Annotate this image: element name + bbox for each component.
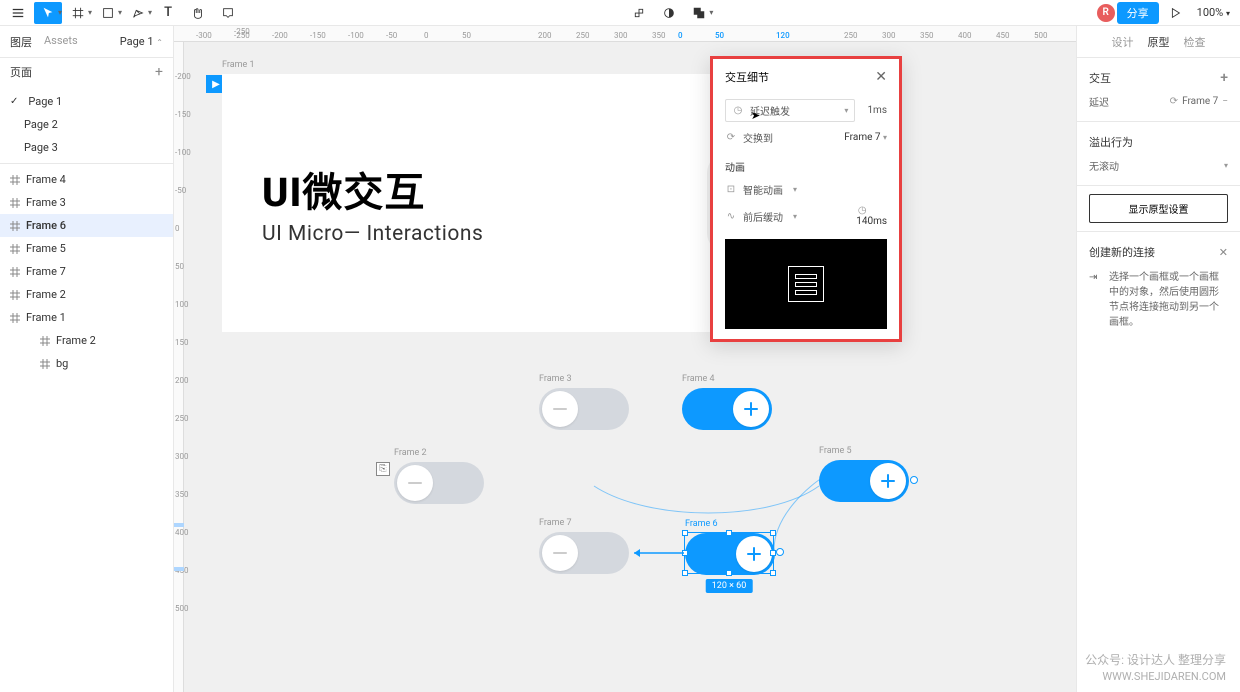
canvas-area[interactable]: -300-250-200 -150-100-50 050200 25030035… bbox=[174, 26, 1076, 692]
animation-preview bbox=[725, 239, 887, 329]
target-row[interactable]: ⟳ 交换到 Frame 7 ▾ bbox=[725, 126, 887, 149]
ruler-marker bbox=[174, 567, 184, 571]
frame-3-toggle[interactable]: Frame 3 bbox=[539, 388, 629, 430]
tab-prototype[interactable]: 原型 bbox=[1148, 34, 1170, 50]
connection-node[interactable] bbox=[776, 548, 784, 556]
close-help-button[interactable]: ✕ bbox=[1219, 246, 1228, 259]
easing-row[interactable]: ∿ 前后缓动 ▾ ◷ 140ms bbox=[725, 201, 887, 231]
frame-label: Frame 3 bbox=[539, 374, 572, 384]
share-button[interactable]: 分享 bbox=[1117, 2, 1159, 24]
add-page-button[interactable]: + bbox=[155, 64, 163, 80]
zoom-level[interactable]: 100% ▾ bbox=[1191, 6, 1236, 19]
duration-icon: ◷ bbox=[856, 205, 868, 216]
layer-frame-item[interactable]: Frame 5 bbox=[0, 237, 173, 260]
animation-type-row[interactable]: ⊡ 智能动画 ▾ bbox=[725, 178, 887, 201]
top-toolbar: ▾ ▾ ▾ ▾ T ▾ R 分享 100% ▾ bbox=[0, 0, 1240, 26]
canvas-title-cn: UI微交互 bbox=[262, 160, 483, 218]
page-selector[interactable]: Page 1 ⌃ bbox=[120, 35, 163, 48]
present-icon[interactable] bbox=[1161, 2, 1189, 24]
frame-5-toggle[interactable]: Frame 5 bbox=[819, 460, 909, 502]
trigger-select-row[interactable]: ◷ 延迟触发 ▾ 1ms bbox=[725, 95, 887, 126]
ruler-marker bbox=[174, 523, 184, 527]
text-tool-icon[interactable]: T bbox=[154, 2, 182, 24]
layer-frame-item[interactable]: Frame 1 bbox=[0, 306, 173, 329]
add-interaction-button[interactable]: + bbox=[1220, 70, 1228, 86]
layer-frame-item[interactable]: Frame 4 bbox=[0, 168, 173, 191]
frame-7-toggle[interactable]: Frame 7 bbox=[539, 532, 629, 574]
interaction-section-label: 交互 bbox=[1089, 70, 1111, 86]
pen-chevron-icon[interactable]: ▾ bbox=[148, 8, 152, 17]
page-item[interactable]: ✓Page 1 bbox=[0, 90, 173, 113]
frame-label: Frame 1 bbox=[222, 60, 255, 70]
tab-inspect[interactable]: 检查 bbox=[1184, 34, 1206, 50]
layer-frame-item[interactable]: Frame 2 bbox=[0, 283, 173, 306]
layer-frame-item[interactable]: Frame 3 bbox=[0, 191, 173, 214]
clock-icon: ◷ bbox=[732, 105, 744, 116]
interaction-row[interactable]: 延迟 ⟳Frame 7− bbox=[1089, 90, 1228, 113]
help-text: ⇥ 选择一个画框或一个画框中的对象，然后使用圆形节点将连接拖动到另一个画框。 bbox=[1089, 270, 1228, 330]
frame-label: Frame 2 bbox=[394, 448, 427, 458]
hand-tool-icon[interactable] bbox=[184, 2, 212, 24]
frame-6-toggle-selected[interactable]: Frame 6 120 × 60 bbox=[684, 532, 774, 574]
show-prototype-settings-button[interactable]: 显示原型设置 bbox=[1089, 194, 1228, 223]
tab-assets[interactable]: Assets bbox=[44, 34, 78, 50]
page-item[interactable]: Page 2 bbox=[0, 113, 173, 136]
new-connection-label: 创建新的连接 bbox=[1089, 244, 1155, 260]
interaction-details-popup: 交互细节 ✕ ◷ 延迟触发 ▾ 1ms ➤ ⟳ 交换到 Frame 7 ▾ 动画… bbox=[710, 56, 902, 342]
shape-chevron-icon[interactable]: ▾ bbox=[118, 8, 122, 17]
frame-chevron-icon[interactable]: ▾ bbox=[88, 8, 92, 17]
left-panel: 图层 Assets Page 1 ⌃ 页面 + ✓Page 1 Page 2 P… bbox=[0, 26, 174, 692]
connection-node[interactable] bbox=[910, 476, 918, 484]
prototype-connection bbox=[629, 547, 689, 559]
mask-icon[interactable] bbox=[655, 2, 683, 24]
frame-label: Frame 5 bbox=[819, 446, 852, 456]
boolean-chevron-icon[interactable]: ▾ bbox=[709, 8, 713, 17]
easing-icon: ∿ bbox=[725, 211, 737, 222]
tab-layers[interactable]: 图层 bbox=[10, 34, 32, 50]
tab-design[interactable]: 设计 bbox=[1112, 34, 1134, 50]
page-item[interactable]: Page 3 bbox=[0, 136, 173, 159]
frame-4-toggle[interactable]: Frame 4 bbox=[682, 388, 772, 430]
layer-frame-item[interactable]: Frame 7 bbox=[0, 260, 173, 283]
watermark: 公众号: 设计达人 整理分享 WWW.SHEJIDAREN.COM bbox=[1085, 652, 1226, 684]
layer-frame-item-selected[interactable]: Frame 6 bbox=[0, 214, 173, 237]
pages-header: 页面 + bbox=[0, 58, 173, 86]
overflow-section-label: 溢出行为 bbox=[1089, 130, 1228, 154]
prototype-node-icon[interactable]: ⎘ bbox=[376, 462, 390, 476]
layer-child-item[interactable]: Frame 2 bbox=[0, 329, 173, 352]
avatar[interactable]: R bbox=[1097, 4, 1115, 22]
right-panel: 设计 原型 检查 交互 + 延迟 ⟳Frame 7− 溢出行为 无滚动▾ 显示原… bbox=[1076, 26, 1240, 692]
frame-label: Frame 4 bbox=[682, 374, 715, 384]
comment-tool-icon[interactable] bbox=[214, 2, 242, 24]
move-chevron-icon[interactable]: ▾ bbox=[58, 8, 62, 17]
connection-help-icon: ⇥ bbox=[1089, 270, 1103, 330]
overflow-value-row[interactable]: 无滚动▾ bbox=[1089, 154, 1228, 177]
cursor-arrow-icon: ➤ bbox=[751, 109, 760, 122]
vertical-ruler: -200-150-100 -50050 100150200 250300350 … bbox=[174, 42, 184, 692]
frame-2-toggle[interactable]: Frame 2 ⎘ bbox=[394, 462, 484, 504]
frame-label: Frame 6 bbox=[685, 519, 718, 529]
component-icon[interactable] bbox=[625, 2, 653, 24]
layer-child-item[interactable]: bg bbox=[0, 352, 173, 375]
trigger-value[interactable]: 1ms bbox=[867, 105, 887, 116]
canvas-title-en: UI Micro— Interactions bbox=[262, 222, 483, 246]
selection-size-label: 120 × 60 bbox=[706, 579, 753, 593]
popup-title: 交互细节 bbox=[725, 69, 769, 85]
menu-icon[interactable] bbox=[4, 2, 32, 24]
swap-icon: ⟳ bbox=[725, 132, 737, 143]
animation-section-label: 动画 bbox=[725, 159, 887, 174]
horizontal-ruler: -300-250-200 -150-100-50 050200 25030035… bbox=[174, 26, 1076, 42]
close-popup-button[interactable]: ✕ bbox=[875, 69, 887, 85]
smart-animate-icon: ⊡ bbox=[725, 184, 737, 195]
frame-label: Frame 7 bbox=[539, 518, 572, 528]
